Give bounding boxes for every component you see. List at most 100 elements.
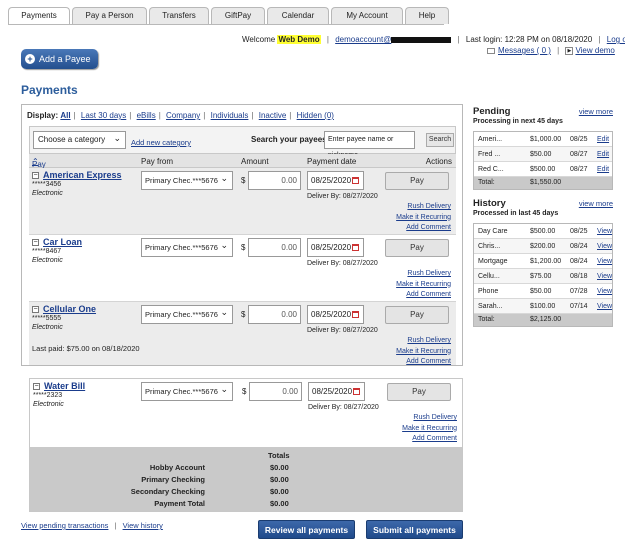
search-button[interactable]: Search: [426, 133, 454, 147]
payment-date-input[interactable]: 08/25/2020: [307, 238, 364, 257]
view-demo-link[interactable]: View demo: [575, 46, 614, 55]
pay-button[interactable]: Pay: [385, 239, 449, 257]
add-payee-button[interactable]: + Add a Payee: [21, 49, 98, 69]
rush-delivery-link[interactable]: Rush Delivery: [396, 202, 451, 213]
filter-all[interactable]: All: [60, 111, 70, 120]
view-link[interactable]: View: [597, 258, 612, 265]
add-comment-link[interactable]: Add Comment: [396, 357, 451, 368]
filter-company[interactable]: Company: [166, 111, 200, 120]
amount-input[interactable]: 0.00: [248, 171, 301, 190]
view-link[interactable]: View: [597, 273, 612, 280]
view-link[interactable]: View: [597, 243, 612, 250]
history-row: Mortgage $1,200.00 08/24 View: [474, 254, 612, 269]
history-row: Day Care $500.00 08/25 View: [474, 224, 612, 239]
tab-giftpay[interactable]: GiftPay: [211, 7, 265, 24]
payee-name[interactable]: American Express: [43, 170, 122, 180]
payee-row: − Water Bill *****2323 Electronic Primar…: [30, 379, 462, 447]
col-actions: Actions: [425, 157, 452, 166]
edit-link[interactable]: Edit: [597, 136, 609, 143]
search-input[interactable]: Enter payee name or nickname: [324, 131, 415, 159]
tab-calendar[interactable]: Calendar: [267, 7, 329, 24]
pay-from-select[interactable]: Primary Chec.***5676: [141, 381, 233, 401]
email-link[interactable]: demoaccount@: [335, 35, 391, 44]
collapse-icon[interactable]: −: [32, 239, 39, 246]
row-actions: Rush Delivery Make it Recurring Add Comm…: [396, 269, 451, 301]
payee-type: Electronic: [32, 190, 63, 197]
payment-date-input[interactable]: 08/25/2020: [307, 305, 364, 324]
payee-name[interactable]: Water Bill: [44, 381, 85, 391]
history-view-more-link[interactable]: view more: [579, 199, 613, 208]
lower-payees-panel: − Water Bill *****2323 Electronic Primar…: [29, 378, 463, 512]
tab-my-account[interactable]: My Account: [331, 7, 403, 24]
edit-link[interactable]: Edit: [597, 151, 609, 158]
view-link[interactable]: View: [597, 303, 612, 310]
rush-delivery-link[interactable]: Rush Delivery: [396, 269, 451, 280]
pay-button[interactable]: Pay: [385, 306, 449, 324]
history-row: Phone $50.00 07/28 View: [474, 284, 612, 299]
edit-link[interactable]: Edit: [597, 166, 609, 173]
bottom-links: View pending transactions | View history: [21, 521, 163, 530]
filter-last-30-days[interactable]: Last 30 days: [81, 111, 126, 120]
filter-ebills[interactable]: eBills: [137, 111, 156, 120]
make-recurring-link[interactable]: Make it Recurring: [396, 347, 451, 358]
add-comment-link[interactable]: Add Comment: [396, 290, 451, 301]
payee-account: *****3456: [32, 181, 62, 188]
tab-transfers[interactable]: Transfers: [149, 7, 209, 24]
amount-input[interactable]: 0.00: [248, 305, 301, 324]
totals-header: Totals: [268, 451, 290, 460]
view-pending-link[interactable]: View pending transactions: [21, 521, 108, 530]
review-all-payments-button[interactable]: Review all payments: [258, 520, 355, 539]
make-recurring-link[interactable]: Make it Recurring: [396, 213, 451, 224]
calendar-icon[interactable]: [352, 177, 359, 184]
redacted-email: [391, 36, 452, 43]
collapse-icon[interactable]: −: [33, 383, 40, 390]
logout-link[interactable]: Log out: [607, 35, 625, 44]
col-pay-to[interactable]: Pay To ⌃: [32, 157, 46, 178]
view-link[interactable]: View: [597, 288, 612, 295]
collapse-icon[interactable]: −: [32, 306, 39, 313]
filter-hidden[interactable]: Hidden (0): [297, 111, 334, 120]
payee-name[interactable]: Cellular One: [43, 304, 96, 314]
rush-delivery-link[interactable]: Rush Delivery: [402, 413, 457, 424]
pay-from-select[interactable]: Primary Chec.***5676: [141, 304, 233, 324]
payment-date-input[interactable]: 08/25/2020: [307, 171, 364, 190]
category-select[interactable]: Choose a category: [33, 130, 126, 149]
pending-view-more-link[interactable]: view more: [579, 107, 613, 116]
tab-payments[interactable]: Payments: [8, 7, 70, 25]
pending-row: Fred ... $50.00 08/27 Edit: [474, 147, 612, 162]
pay-button[interactable]: Pay: [387, 383, 451, 401]
calendar-icon[interactable]: [352, 244, 359, 251]
payment-date-input[interactable]: 08/25/2020: [308, 382, 365, 401]
add-comment-link[interactable]: Add Comment: [396, 223, 451, 234]
make-recurring-link[interactable]: Make it Recurring: [402, 424, 457, 435]
submit-all-payments-button[interactable]: Submit all payments: [366, 520, 463, 539]
add-comment-link[interactable]: Add Comment: [402, 434, 457, 445]
pay-from-select[interactable]: Primary Chec.***5676: [141, 237, 233, 257]
messages-link[interactable]: Messages ( 0 ): [498, 46, 551, 55]
amount-input[interactable]: 0.00: [248, 238, 301, 257]
row-actions: Rush Delivery Make it Recurring Add Comm…: [396, 336, 451, 368]
calendar-icon[interactable]: [353, 388, 360, 395]
payee-row: − Car Loan *****8467 Electronic Primary …: [29, 235, 456, 302]
add-category-link[interactable]: Add new category: [131, 138, 191, 147]
view-link[interactable]: View: [597, 228, 612, 235]
filter-inactive[interactable]: Inactive: [259, 111, 287, 120]
pay-button[interactable]: Pay: [385, 172, 449, 190]
pending-total-row: Total: $1,550.00: [474, 177, 612, 189]
amount-input[interactable]: 0.00: [249, 382, 302, 401]
tab-pay-a-person[interactable]: Pay a Person: [72, 7, 147, 24]
view-history-link[interactable]: View history: [123, 521, 163, 530]
filter-individuals[interactable]: Individuals: [211, 111, 249, 120]
tab-help[interactable]: Help: [405, 7, 449, 24]
row-actions: Rush Delivery Make it Recurring Add Comm…: [402, 413, 457, 445]
rush-delivery-link[interactable]: Rush Delivery: [396, 336, 451, 347]
plus-icon: +: [25, 54, 35, 64]
pay-from-select[interactable]: Primary Chec.***5676: [141, 170, 233, 190]
pending-subtitle: Processing in next 45 days: [473, 118, 563, 125]
make-recurring-link[interactable]: Make it Recurring: [396, 280, 451, 291]
pending-table: Ameri... $1,000.00 08/25 Edit Fred ... $50.0…: [473, 131, 613, 190]
history-row: Cellu... $75.00 08/18 View: [474, 269, 612, 284]
payee-name[interactable]: Car Loan: [43, 237, 82, 247]
collapse-icon[interactable]: −: [32, 172, 39, 179]
calendar-icon[interactable]: [352, 311, 359, 318]
